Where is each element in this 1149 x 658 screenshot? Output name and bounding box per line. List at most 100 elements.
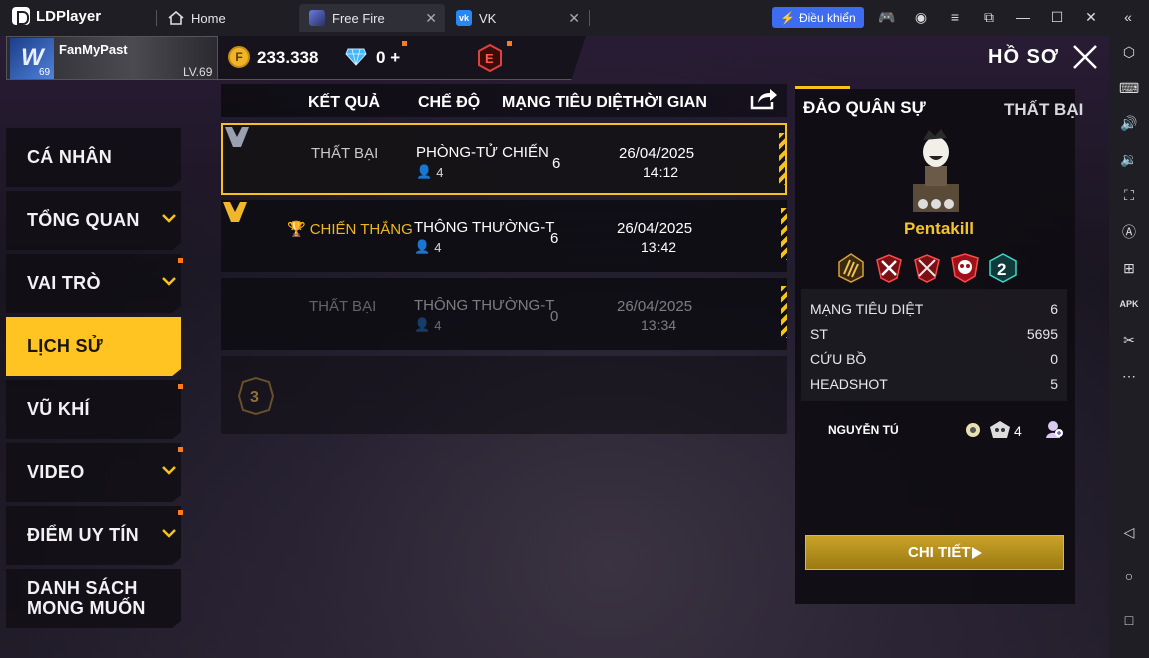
match-time: 13:42 bbox=[641, 239, 677, 255]
row-stripe bbox=[781, 208, 787, 260]
squad-size: 👤 4 bbox=[416, 164, 444, 180]
minimize-icon[interactable]: — bbox=[1015, 9, 1031, 25]
free-fire-app-icon bbox=[309, 10, 325, 26]
add-friend-icon[interactable] bbox=[1044, 419, 1064, 439]
menu-icon[interactable]: ≡ bbox=[947, 9, 963, 25]
control-button[interactable]: ⚡ Điều khiển bbox=[772, 7, 864, 28]
table-row[interactable]: THẤT BẠI PHÒNG-TỬ CHIẾN 👤 4 6 26/04/2025 … bbox=[221, 123, 787, 195]
tab-vk-label: VK bbox=[479, 10, 497, 26]
tab-close-icon[interactable]: ✕ bbox=[425, 10, 437, 27]
volume-down-icon[interactable]: 🔉 bbox=[1119, 149, 1139, 169]
match-result: 🏆 CHIẾN THẮNG bbox=[287, 220, 413, 239]
popout-icon[interactable]: ⧉ bbox=[981, 9, 997, 25]
details-button-label: CHI TIẾT bbox=[908, 544, 971, 561]
menu-item-history[interactable]: LỊCH SỬ bbox=[6, 317, 181, 376]
settings-hex-icon[interactable]: ⬡ bbox=[1119, 42, 1139, 62]
share-icon[interactable] bbox=[750, 86, 778, 110]
match-result: THẤT BẠI bbox=[309, 298, 377, 315]
player-card[interactable]: 69 FanMyPast LV.69 bbox=[6, 36, 218, 80]
table-row[interactable]: THẤT BẠI THÔNG THƯỜNG-T 👤 4 0 26/04/2025 … bbox=[221, 278, 787, 350]
home-icon bbox=[168, 11, 184, 25]
person-icon: 👤 bbox=[414, 239, 431, 254]
collapse-sidebar-icon[interactable]: « bbox=[1120, 9, 1136, 25]
play-arrow-icon bbox=[972, 547, 982, 559]
menu-item-label: LỊCH SỬ bbox=[27, 336, 104, 356]
rank-badge-icon bbox=[225, 127, 249, 147]
tab-free-fire-label: Free Fire bbox=[332, 10, 385, 26]
menu-item-wishlist[interactable]: DANH SÁCH MONG MUỐN bbox=[6, 569, 181, 628]
notification-dot bbox=[178, 384, 183, 389]
gold-coin-icon: F bbox=[228, 46, 250, 68]
skull-medal-icon bbox=[951, 253, 979, 283]
tab-free-fire[interactable]: Free Fire ✕ bbox=[299, 4, 445, 32]
scissors-icon[interactable]: ✂ bbox=[1119, 330, 1139, 350]
player-name: FanMyPast bbox=[59, 42, 128, 57]
avatar-level: 69 bbox=[39, 67, 51, 78]
elite-pass-icon[interactable]: E bbox=[478, 44, 502, 72]
svg-text:E: E bbox=[485, 51, 494, 66]
fullscreen-icon[interactable]: ⛶ bbox=[1119, 185, 1139, 205]
notification-dot bbox=[402, 41, 407, 46]
add-window-icon[interactable]: ⊞ bbox=[1119, 258, 1139, 278]
account-icon[interactable]: ◉ bbox=[913, 9, 929, 25]
column-header-time: THỜI GIAN bbox=[623, 94, 707, 111]
gold-amount: 233.338 bbox=[257, 48, 319, 67]
back-icon[interactable]: ◁ bbox=[1119, 522, 1139, 542]
menu-item-roles[interactable]: VAI TRÒ bbox=[6, 254, 181, 313]
home-circle-icon[interactable]: ○ bbox=[1119, 566, 1139, 586]
match-kills: 6 bbox=[552, 155, 561, 172]
menu-item-label: TỔNG QUAN bbox=[27, 210, 140, 230]
badge-name: Pentakill bbox=[904, 219, 974, 238]
more-icon[interactable]: ⋯ bbox=[1119, 366, 1139, 386]
gamepad-icon[interactable]: 🎮 bbox=[878, 9, 895, 25]
table-row[interactable]: 🏆 CHIẾN THẮNG THÔNG THƯỜNG-T 👤 4 6 26/04/2… bbox=[221, 200, 787, 272]
menu-item-overview[interactable]: TỔNG QUAN bbox=[6, 191, 181, 250]
stat-row-headshot: HEADSHOT 5 bbox=[810, 376, 1058, 392]
map-name: ĐẢO QUÂN SỰ bbox=[803, 98, 926, 117]
details-button[interactable]: CHI TIẾT bbox=[805, 535, 1064, 570]
match-time: 13:34 bbox=[641, 317, 677, 333]
tab-close-icon[interactable]: ✕ bbox=[568, 10, 580, 27]
chevron-down-icon bbox=[162, 466, 176, 475]
keyboard-icon[interactable]: ⌨ bbox=[1119, 78, 1139, 98]
menu-item-label: VIDEO bbox=[27, 462, 85, 482]
rank-badge-icon bbox=[223, 202, 247, 222]
row-stripe bbox=[779, 133, 785, 185]
menu-item-label: VŨ KHÍ bbox=[27, 399, 90, 419]
tab-home[interactable]: Home bbox=[158, 4, 298, 32]
lightning-icon: ⚡ bbox=[780, 10, 795, 25]
trophy-icon: 🏆 bbox=[287, 221, 306, 238]
teammate-name: NGUYỄN TÚ bbox=[828, 423, 899, 437]
detail-result: THẤT BẠI bbox=[1004, 100, 1084, 119]
close-icon[interactable] bbox=[1070, 42, 1100, 72]
notification-dot bbox=[178, 510, 183, 515]
notification-dot bbox=[178, 447, 183, 452]
match-time: 14:12 bbox=[643, 164, 679, 180]
menu-item-reputation[interactable]: ĐIỂM UY TÍN bbox=[6, 506, 181, 565]
tab-home-label: Home bbox=[191, 10, 226, 26]
menu-item-label: ĐIỂM UY TÍN bbox=[27, 525, 139, 545]
apk-icon[interactable]: APK bbox=[1119, 294, 1139, 314]
maximize-icon[interactable]: ☐ bbox=[1049, 9, 1065, 25]
menu-item-weapons[interactable]: VŨ KHÍ bbox=[6, 380, 181, 439]
ldplayer-logo-icon bbox=[12, 7, 30, 25]
player-level: LV.69 bbox=[183, 65, 213, 79]
tab-vk[interactable]: vk VK ✕ bbox=[446, 4, 588, 32]
menu-item-video[interactable]: VIDEO bbox=[6, 443, 181, 502]
stat-row-damage: ST 5695 bbox=[810, 326, 1058, 342]
add-diamond-button[interactable]: + bbox=[390, 48, 400, 67]
app-name: LDPlayer bbox=[36, 7, 102, 25]
notification-dot bbox=[178, 258, 183, 263]
crossed-guns-medal-icon bbox=[876, 254, 902, 283]
person-icon: 👤 bbox=[416, 164, 433, 179]
teammate-row[interactable]: NGUYỄN TÚ 4 bbox=[801, 409, 1067, 451]
recent-apps-icon[interactable]: □ bbox=[1119, 610, 1139, 630]
macro-icon[interactable]: Ⓐ bbox=[1119, 222, 1139, 242]
streak-badge-icon: 3 bbox=[237, 376, 275, 416]
vk-app-icon: vk bbox=[456, 10, 472, 26]
volume-up-icon[interactable]: 🔊 bbox=[1119, 113, 1139, 133]
close-icon[interactable]: ✕ bbox=[1083, 9, 1099, 25]
menu-item-personal[interactable]: CÁ NHÂN bbox=[6, 128, 181, 187]
match-date: 26/04/2025 bbox=[619, 145, 695, 162]
panel-accent-line bbox=[795, 86, 850, 89]
